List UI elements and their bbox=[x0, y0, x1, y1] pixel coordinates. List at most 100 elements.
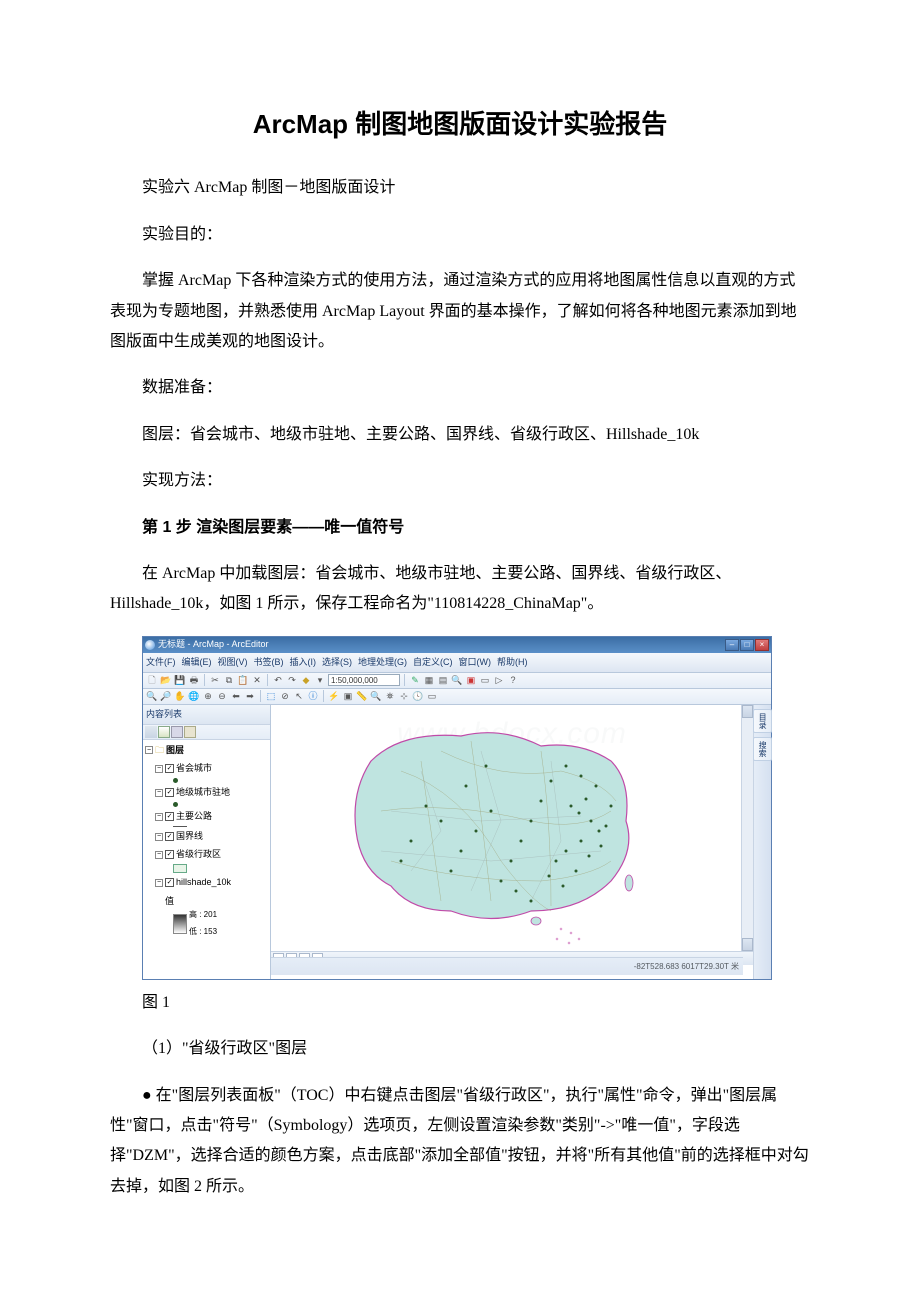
layer-main-roads[interactable]: 主要公路 bbox=[176, 808, 212, 825]
layer-prefecture-cities[interactable]: 地级城市驻地 bbox=[176, 784, 230, 801]
zoom-out-icon[interactable]: 🔎 bbox=[160, 690, 172, 702]
measure-icon[interactable]: 📏 bbox=[356, 690, 368, 702]
layer-national-border[interactable]: 国界线 bbox=[176, 828, 203, 845]
search-tab[interactable]: 搜索 bbox=[753, 737, 772, 761]
layer-checkbox[interactable]: ✓ bbox=[165, 788, 174, 797]
undo-icon[interactable]: ↶ bbox=[272, 674, 284, 686]
menu-view[interactable]: 视图(V) bbox=[218, 654, 248, 671]
add-data-icon[interactable]: ◆ bbox=[300, 674, 312, 686]
list-by-selection-icon[interactable] bbox=[184, 726, 196, 738]
layer-checkbox[interactable]: ✓ bbox=[165, 832, 174, 841]
python-icon[interactable]: ▭ bbox=[479, 674, 491, 686]
editor-toolbar-icon[interactable]: ✎ bbox=[409, 674, 421, 686]
cut-icon[interactable]: ✂ bbox=[209, 674, 221, 686]
data-heading: 数据准备： bbox=[110, 373, 810, 403]
full-extent-icon[interactable]: 🌐 bbox=[188, 690, 200, 702]
expand-icon[interactable]: − bbox=[155, 879, 163, 887]
layer-checkbox[interactable]: ✓ bbox=[165, 850, 174, 859]
method-heading: 实现方法： bbox=[110, 466, 810, 496]
layer-checkbox[interactable]: ✓ bbox=[165, 812, 174, 821]
menu-customize[interactable]: 自定义(C) bbox=[413, 654, 453, 671]
go-to-xy-icon[interactable]: ⊹ bbox=[398, 690, 410, 702]
modelbuilder-icon[interactable]: ▷ bbox=[493, 674, 505, 686]
menu-insert[interactable]: 插入(I) bbox=[290, 654, 317, 671]
table-icon[interactable]: ▦ bbox=[423, 674, 435, 686]
point-symbol-icon bbox=[173, 802, 178, 807]
expand-icon[interactable]: − bbox=[155, 833, 163, 841]
print-icon[interactable]: 🖶 bbox=[188, 674, 200, 686]
arctoolbox-icon[interactable]: ▣ bbox=[465, 674, 477, 686]
line-symbol-icon bbox=[173, 826, 187, 827]
menu-bookmark[interactable]: 书签(B) bbox=[254, 654, 284, 671]
menu-file[interactable]: 文件(F) bbox=[146, 654, 176, 671]
catalog-tab[interactable]: 目录 bbox=[753, 709, 772, 733]
find-route-icon[interactable]: ⛯ bbox=[384, 690, 396, 702]
select-features-icon[interactable]: ⬚ bbox=[265, 690, 277, 702]
fixed-zoom-in-icon[interactable]: ⊕ bbox=[202, 690, 214, 702]
maximize-button[interactable]: □ bbox=[740, 639, 754, 651]
raster-value-label: 值 bbox=[165, 893, 174, 910]
new-icon[interactable]: 🗋 bbox=[146, 674, 158, 686]
layer-checkbox[interactable]: ✓ bbox=[165, 764, 174, 773]
vertical-scrollbar[interactable] bbox=[741, 705, 753, 951]
substep-1-body: ● 在"图层列表面板"（TOC）中右键点击图层"省级行政区"，执行"属性"命令，… bbox=[110, 1081, 810, 1203]
menu-edit[interactable]: 编辑(E) bbox=[182, 654, 212, 671]
close-button[interactable]: × bbox=[755, 639, 769, 651]
map-view[interactable]: www.bdocx.com bbox=[271, 705, 753, 979]
data-body: 图层：省会城市、地级市驻地、主要公路、国界线、省级行政区、Hillshade_1… bbox=[110, 420, 810, 450]
forward-icon[interactable]: ➡ bbox=[244, 690, 256, 702]
find-icon[interactable]: 🔍 bbox=[370, 690, 382, 702]
expand-icon[interactable]: − bbox=[155, 813, 163, 821]
scale-input[interactable]: 1:50,000,000 bbox=[328, 674, 400, 686]
separator-icon bbox=[204, 674, 205, 686]
clear-selection-icon[interactable]: ⊘ bbox=[279, 690, 291, 702]
page-title: ArcMap 制图地图版面设计实验报告 bbox=[110, 100, 810, 149]
list-by-visibility-icon[interactable] bbox=[171, 726, 183, 738]
delete-icon[interactable]: ✕ bbox=[251, 674, 263, 686]
menu-geoprocess[interactable]: 地理处理(G) bbox=[358, 654, 407, 671]
layer-provinces[interactable]: 省级行政区 bbox=[176, 846, 221, 863]
paste-icon[interactable]: 📋 bbox=[237, 674, 249, 686]
expand-icon[interactable]: − bbox=[155, 765, 163, 773]
expand-icon[interactable]: − bbox=[155, 789, 163, 797]
layer-hillshade[interactable]: hillshade_10k bbox=[176, 874, 231, 891]
time-slider-icon[interactable]: 🕓 bbox=[412, 690, 424, 702]
list-by-drawing-icon[interactable] bbox=[145, 726, 157, 738]
help-icon[interactable]: ? bbox=[507, 674, 519, 686]
layer-provincial-capitals[interactable]: 省会城市 bbox=[176, 760, 212, 777]
search-icon[interactable]: 🔍 bbox=[451, 674, 463, 686]
viewer-icon[interactable]: ▭ bbox=[426, 690, 438, 702]
pan-icon[interactable]: ✋ bbox=[174, 690, 186, 702]
zoom-in-icon[interactable]: 🔍 bbox=[146, 690, 158, 702]
save-icon[interactable]: 💾 bbox=[174, 674, 186, 686]
layer-checkbox[interactable]: ✓ bbox=[165, 878, 174, 887]
list-by-source-icon[interactable] bbox=[158, 726, 170, 738]
html-popup-icon[interactable]: ▣ bbox=[342, 690, 354, 702]
step1-heading: 第 1 步 渲染图层要素——唯一值符号 bbox=[110, 513, 810, 543]
open-icon[interactable]: 📂 bbox=[160, 674, 172, 686]
window-titlebar: 无标题 - ArcMap - ArcEditor – □ × bbox=[143, 637, 771, 653]
point-symbol-icon bbox=[173, 778, 178, 783]
hyperlink-icon[interactable]: ⚡ bbox=[328, 690, 340, 702]
menu-window[interactable]: 窗口(W) bbox=[459, 654, 492, 671]
minimize-button[interactable]: – bbox=[725, 639, 739, 651]
main-area: 内容列表 − 🗀 图层 − ✓ 省会城市 bbox=[143, 705, 771, 979]
catalog-icon[interactable]: ▤ bbox=[437, 674, 449, 686]
toc-panel: 内容列表 − 🗀 图层 − ✓ 省会城市 bbox=[143, 705, 271, 979]
folder-icon: 🗀 bbox=[155, 742, 164, 759]
select-elements-icon[interactable]: ↖ bbox=[293, 690, 305, 702]
root-layers-label[interactable]: 图层 bbox=[166, 742, 184, 759]
expand-icon[interactable]: − bbox=[155, 851, 163, 859]
dropdown-icon[interactable]: ▾ bbox=[314, 674, 326, 686]
redo-icon[interactable]: ↷ bbox=[286, 674, 298, 686]
back-icon[interactable]: ⬅ bbox=[230, 690, 242, 702]
copy-icon[interactable]: ⧉ bbox=[223, 674, 235, 686]
toc-header: 内容列表 bbox=[143, 705, 270, 725]
substep-1-heading: （1）"省级行政区"图层 bbox=[110, 1034, 810, 1064]
identify-icon[interactable]: ⓘ bbox=[307, 690, 319, 702]
menu-help[interactable]: 帮助(H) bbox=[497, 654, 528, 671]
expand-icon[interactable]: − bbox=[145, 746, 153, 754]
separator-icon bbox=[404, 674, 405, 686]
menu-select[interactable]: 选择(S) bbox=[322, 654, 352, 671]
fixed-zoom-out-icon[interactable]: ⊖ bbox=[216, 690, 228, 702]
